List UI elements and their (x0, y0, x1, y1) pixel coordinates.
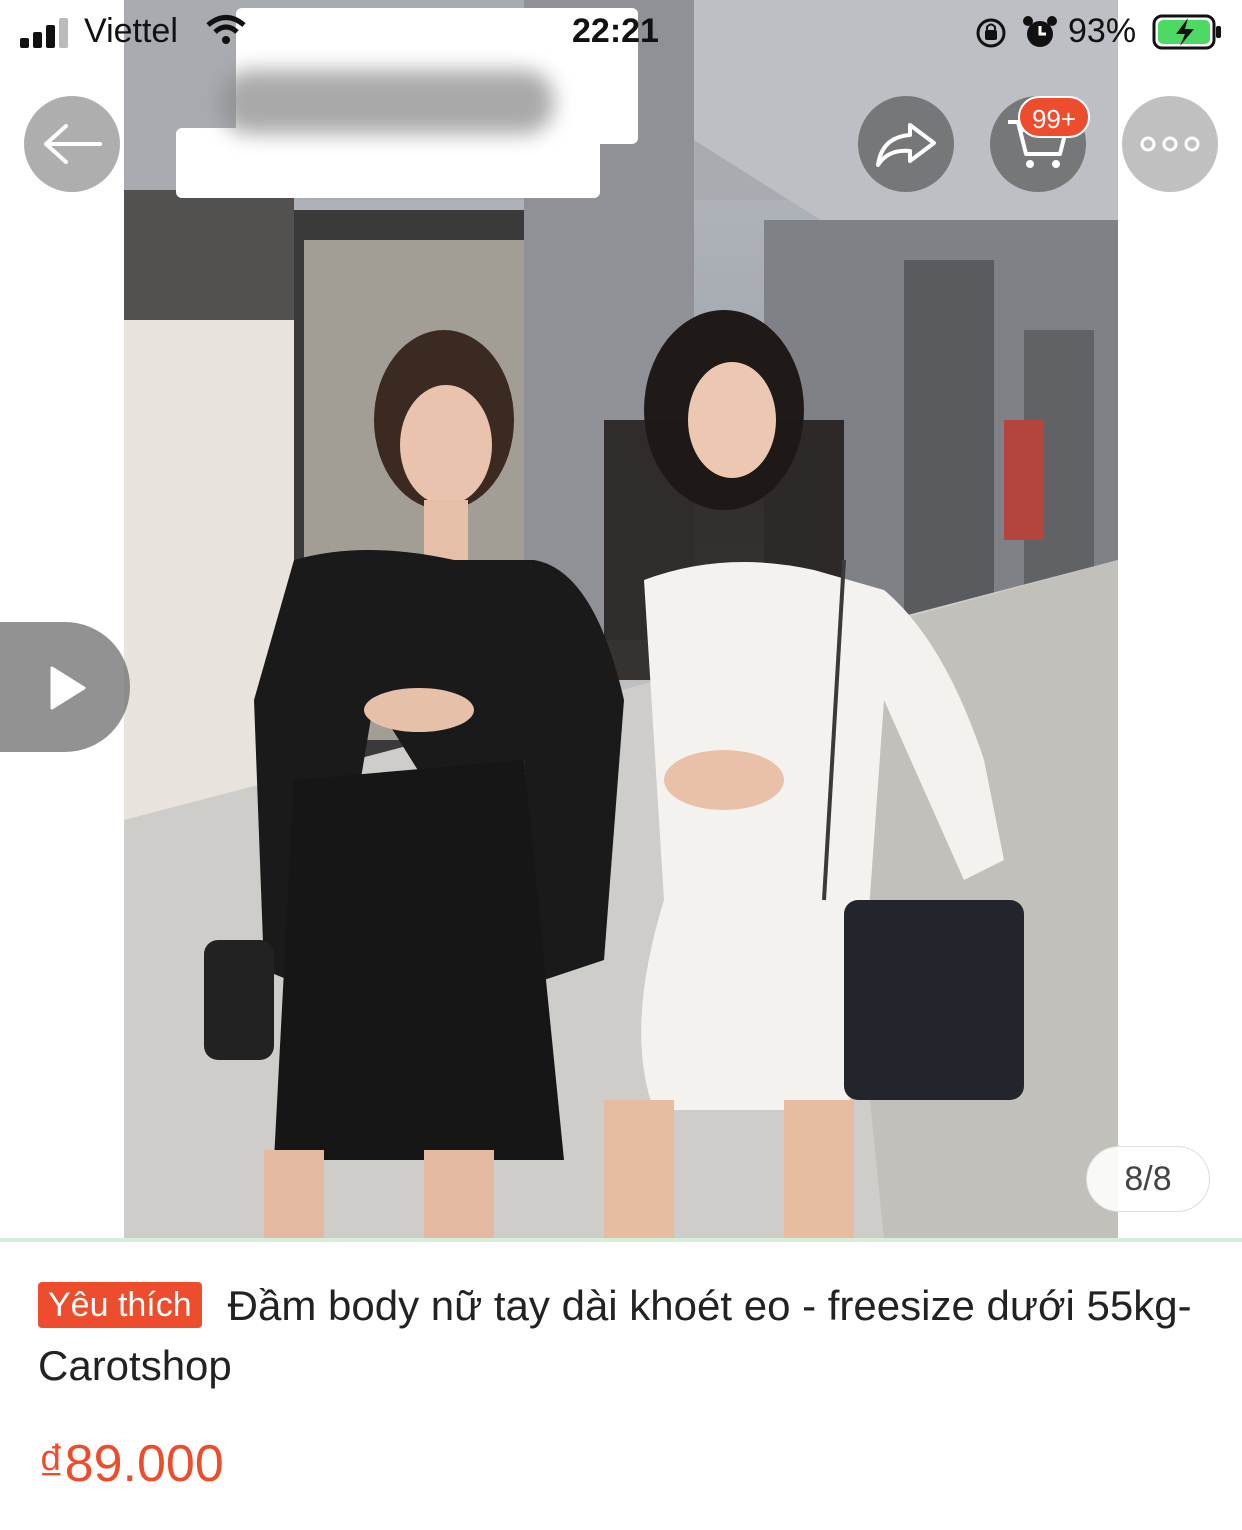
product-title: Đầm body nữ tay dài khoét eo - freesize … (38, 1282, 1192, 1389)
play-video-button[interactable] (0, 622, 130, 752)
share-button[interactable] (858, 96, 954, 192)
arrow-left-icon (44, 124, 102, 164)
back-button[interactable] (24, 96, 120, 192)
battery-percent: 93% (1068, 12, 1137, 50)
status-bar: Viettel 22:21 93% (0, 0, 1242, 64)
share-icon (876, 123, 936, 167)
more-options-button[interactable] (1122, 96, 1218, 192)
clock: 22:21 (572, 12, 659, 50)
alarm-icon (1023, 16, 1057, 47)
orientation-lock-icon (976, 18, 1006, 48)
signal-icon (20, 18, 68, 48)
cart-count-badge: 99+ (1018, 96, 1090, 138)
product-price: ₫89.000 (38, 1435, 224, 1493)
carrier-name: Viettel (84, 12, 178, 50)
more-dots-icon (1140, 136, 1200, 152)
divider (0, 1238, 1242, 1242)
play-icon (50, 666, 86, 710)
wifi-icon (206, 15, 246, 44)
image-counter: 8/8 (1086, 1146, 1210, 1212)
battery-charging-icon (1152, 14, 1221, 50)
product-info: Yêu thích Đầm body nữ tay dài khoét eo - … (38, 1276, 1208, 1396)
favorite-tag: Yêu thích (38, 1282, 202, 1328)
product-title-block: Yêu thích Đầm body nữ tay dài khoét eo - … (38, 1276, 1208, 1396)
